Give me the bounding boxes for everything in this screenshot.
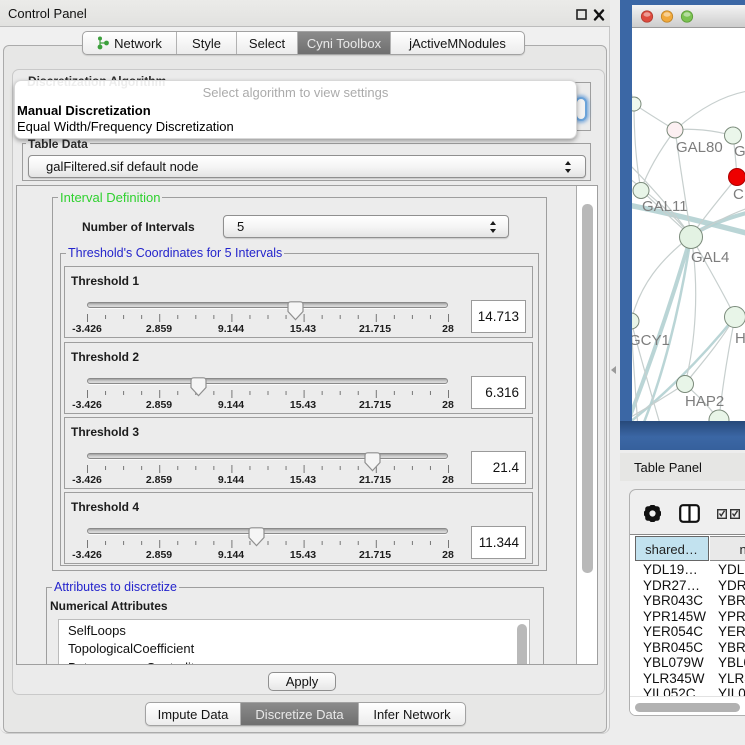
svg-text:GA: GA — [734, 143, 745, 160]
svg-text:GAL80: GAL80 — [676, 139, 723, 156]
svg-text:GCY1: GCY1 — [632, 332, 670, 349]
svg-text:HAP2: HAP2 — [685, 393, 724, 410]
svg-text:C: C — [733, 186, 744, 203]
svg-text:GAL4: GAL4 — [691, 249, 729, 266]
svg-text:GAL11: GAL11 — [642, 198, 688, 215]
svg-text:H: H — [735, 330, 745, 347]
